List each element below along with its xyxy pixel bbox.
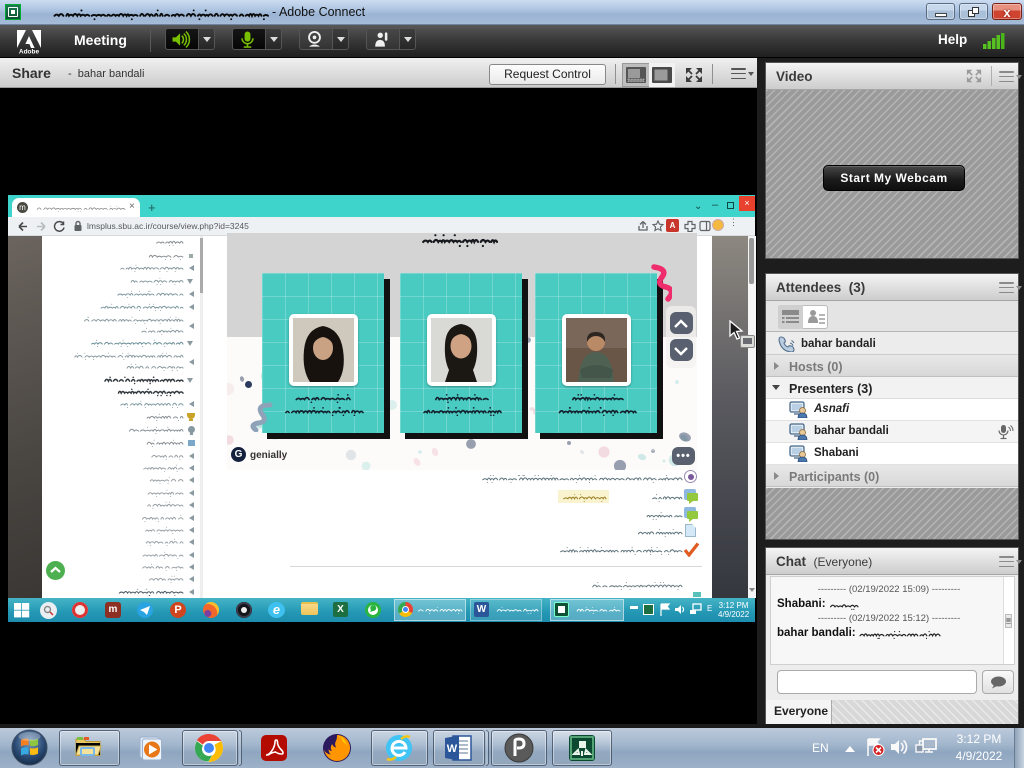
svg-text:W: W: [447, 743, 458, 755]
svg-text:Adobe: Adobe: [19, 49, 40, 55]
